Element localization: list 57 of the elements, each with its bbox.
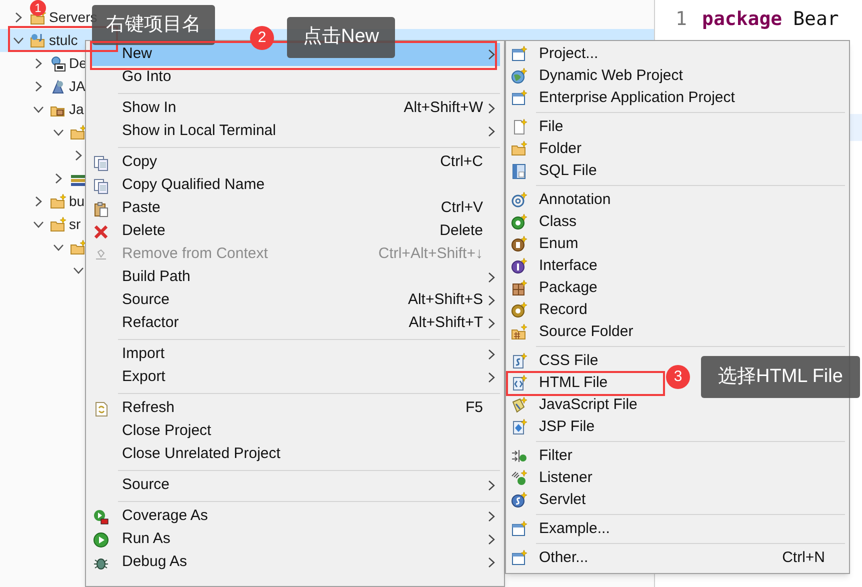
line-number: 1 xyxy=(674,6,688,32)
menu-item-label: SQL File xyxy=(539,160,597,181)
menu-item-label: Filter xyxy=(539,446,572,466)
menu-item-label: Close Unrelated Project xyxy=(122,444,280,464)
shortcut-label: Alt+Shift+T xyxy=(408,313,483,334)
menu-item-label: New xyxy=(122,44,152,64)
menu-item-label: Copy Qualified Name xyxy=(122,175,265,196)
menu-item-label: HTML File xyxy=(539,372,608,393)
menu-item-label: Enterprise Application Project xyxy=(539,88,735,108)
menu-item-label: Remove from Context xyxy=(122,244,268,264)
menu-item-label: Coverage As xyxy=(122,506,208,526)
menu-item-label: Folder xyxy=(539,138,582,159)
menu-item-label: File xyxy=(539,116,564,137)
menu-item-label: Enum xyxy=(539,234,578,254)
menu-item-label: Delete xyxy=(122,221,166,242)
menu-item-label: Refresh xyxy=(122,398,175,418)
menu-item-label: Package xyxy=(539,278,598,298)
shortcut-label: Ctrl+Alt+Shift+↓ xyxy=(378,244,483,264)
menu-item-label: Export xyxy=(122,367,166,388)
menu-item-label: Show In xyxy=(122,98,176,118)
menu-item-label: Import xyxy=(122,344,165,364)
code-keyword: package xyxy=(702,6,782,32)
menu-item-label: Debug As xyxy=(122,552,188,572)
menu-item-label: JavaScript File xyxy=(539,394,638,415)
menu-item-label: Refactor xyxy=(122,313,179,334)
menu-item-label: Close Project xyxy=(122,421,212,442)
shortcut-label: F5 xyxy=(465,398,483,418)
menu-item-label: Class xyxy=(539,212,577,232)
shortcut-label: Alt+Shift+S xyxy=(408,290,483,310)
menu-item-label: Project... xyxy=(539,44,598,64)
shortcut-label: Ctrl+C xyxy=(440,152,483,172)
step-tooltip: 点击New xyxy=(287,17,395,58)
menu-item-label: Interface xyxy=(539,256,598,276)
menu-item-label: Source xyxy=(122,290,170,310)
menu-item-label: Listener xyxy=(539,468,592,488)
menu-item-label: Example... xyxy=(539,518,610,539)
shortcut-label: Alt+Shift+W xyxy=(404,98,483,118)
step-tooltip: 选择HTML File xyxy=(701,356,860,398)
menu-item-label: Source Folder xyxy=(539,322,634,342)
menu-item-label: Annotation xyxy=(539,190,611,210)
menu-item-label: Dynamic Web Project xyxy=(539,66,683,86)
menu-item-label: Other... xyxy=(539,548,588,568)
shortcut-label: Ctrl+N xyxy=(782,548,825,568)
menu-item-label: Servlet xyxy=(539,490,586,510)
menu-item-label: Show in Local Terminal xyxy=(122,121,276,142)
menu-item-label: Go Into xyxy=(122,67,172,88)
shortcut-label: Delete xyxy=(440,221,483,242)
menu-item-label: Build Path xyxy=(122,267,190,288)
menu-item-label: Copy xyxy=(122,152,158,172)
menu-item-label: Run As xyxy=(122,529,170,550)
menu-item-label: Record xyxy=(539,300,588,320)
code-text: Bear xyxy=(793,6,839,32)
shortcut-label: Ctrl+V xyxy=(440,198,483,218)
menu-item-label: JSP File xyxy=(539,416,595,437)
menu-item-label: Source xyxy=(122,475,170,496)
menu-item-label: CSS File xyxy=(539,350,598,371)
menu-item-label: Paste xyxy=(122,198,160,218)
